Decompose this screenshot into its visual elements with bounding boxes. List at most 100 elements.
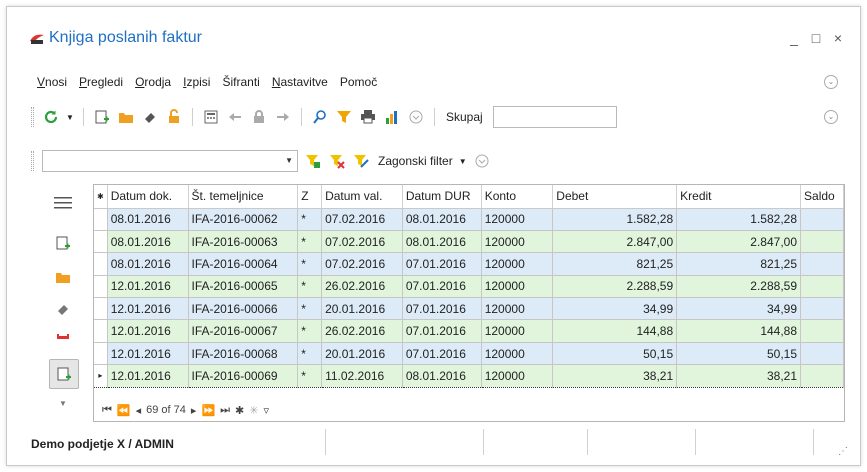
table-cell[interactable]: *	[297, 208, 323, 231]
table-cell[interactable]: 08.01.2016	[402, 208, 482, 231]
delete-record-icon[interactable]	[53, 329, 73, 349]
minimize-button[interactable]: _	[784, 29, 804, 47]
table-cell[interactable]: 38,21	[552, 364, 678, 388]
table-cell[interactable]: 11.02.2016	[321, 364, 403, 388]
unlock-icon[interactable]	[165, 108, 183, 126]
table-cell[interactable]	[800, 297, 844, 321]
next-page-icon[interactable]: ⏩	[201, 404, 215, 417]
table-cell[interactable]: 821,25	[676, 252, 802, 276]
filterbar-options-icon[interactable]	[473, 152, 491, 170]
add-row-button[interactable]	[49, 359, 79, 389]
column-header[interactable]: Datum DUR	[402, 185, 482, 209]
table-cell[interactable]: *	[297, 275, 323, 299]
refresh-icon[interactable]	[42, 108, 60, 126]
row-indicator[interactable]	[94, 275, 108, 299]
table-row[interactable]: 12.01.2016 IFA-2016-00066 * 20.01.2016 07.01…	[94, 297, 844, 321]
eraser-icon[interactable]	[53, 299, 73, 319]
table-cell[interactable]: 20.01.2016	[321, 342, 403, 366]
row-indicator[interactable]: ▸	[94, 364, 108, 388]
table-cell[interactable]: *	[297, 319, 323, 343]
table-row[interactable]: 08.01.2016 IFA-2016-00063 * 07.02.2016 08.01…	[94, 230, 844, 254]
append-record-icon[interactable]: ✱	[235, 404, 244, 417]
table-cell[interactable]	[800, 208, 844, 231]
calculator-icon[interactable]	[202, 108, 220, 126]
table-cell[interactable]: 34,99	[676, 297, 802, 321]
table-row[interactable]: 08.01.2016 IFA-2016-00062 * 07.02.2016 08.01…	[94, 208, 844, 231]
insert-record-icon[interactable]: ✳	[249, 404, 258, 417]
column-header[interactable]: Z	[297, 185, 323, 209]
clear-filter-icon[interactable]	[328, 152, 346, 170]
apply-filter-icon[interactable]	[304, 152, 322, 170]
table-cell[interactable]: 08.01.2016	[402, 230, 482, 254]
table-cell[interactable]: 2.847,00	[676, 230, 802, 254]
chevron-down-icon[interactable]: ▼	[285, 156, 293, 165]
table-cell[interactable]: *	[297, 342, 323, 366]
table-cell[interactable]: 08.01.2016	[107, 208, 189, 231]
filter-icon[interactable]	[335, 108, 353, 126]
table-cell[interactable]: 26.02.2016	[321, 319, 403, 343]
row-indicator[interactable]	[94, 230, 108, 254]
table-cell[interactable]: 20.01.2016	[321, 297, 403, 321]
table-cell[interactable]	[800, 275, 844, 299]
table-cell[interactable]: 50,15	[552, 342, 678, 366]
table-cell[interactable]: 120000	[481, 319, 554, 343]
table-cell[interactable]: 120000	[481, 275, 554, 299]
table-cell[interactable]: 12.01.2016	[107, 297, 189, 321]
next-record-icon[interactable]: ▸	[191, 404, 197, 417]
redo-icon[interactable]	[274, 108, 292, 126]
table-row[interactable]: ▸ 12.01.2016 IFA-2016-00069 * 11.02.2016 08.0…	[94, 364, 844, 388]
table-cell[interactable]: IFA-2016-00069	[188, 364, 299, 388]
first-record-icon[interactable]: ⏮	[102, 404, 112, 417]
table-cell[interactable]: IFA-2016-00064	[188, 252, 299, 276]
table-cell[interactable]: 144,88	[676, 319, 802, 343]
undo-icon[interactable]	[226, 108, 244, 126]
lock-icon[interactable]	[250, 108, 268, 126]
table-cell[interactable]: 38,21	[676, 364, 802, 388]
new-record-icon[interactable]	[53, 233, 73, 253]
eraser-icon[interactable]	[141, 108, 159, 126]
print-icon[interactable]	[359, 108, 377, 126]
menu-item[interactable]: Vnosi	[35, 75, 69, 93]
column-header[interactable]: Saldo	[800, 185, 844, 209]
table-cell[interactable]: 26.02.2016	[321, 275, 403, 299]
table-cell[interactable]: 120000	[481, 230, 554, 254]
refresh-dropdown-icon[interactable]: ▼	[66, 108, 74, 126]
table-row[interactable]: 12.01.2016 IFA-2016-00068 * 20.01.2016 07.01…	[94, 342, 844, 366]
table-cell[interactable]: 08.01.2016	[107, 230, 189, 254]
table-row[interactable]: 12.01.2016 IFA-2016-00065 * 26.02.2016 07.01…	[94, 275, 844, 299]
column-header[interactable]: Št. temeljnice	[188, 185, 299, 209]
table-cell[interactable]: 12.01.2016	[107, 275, 189, 299]
row-indicator[interactable]	[94, 208, 108, 231]
table-cell[interactable]	[800, 230, 844, 254]
filterbar-grip[interactable]	[31, 151, 34, 171]
table-cell[interactable]	[800, 252, 844, 276]
hamburger-menu-icon[interactable]	[53, 193, 73, 213]
open-folder-icon[interactable]	[117, 108, 135, 126]
table-cell[interactable]: 07.01.2016	[402, 252, 482, 276]
table-cell[interactable]: 07.02.2016	[321, 252, 403, 276]
toolbar-grip[interactable]	[31, 107, 34, 127]
table-cell[interactable]: 07.01.2016	[402, 342, 482, 366]
row-indicator[interactable]	[94, 319, 108, 343]
table-cell[interactable]: 2.847,00	[552, 230, 678, 254]
column-header[interactable]: Konto	[481, 185, 554, 209]
table-cell[interactable]: 07.01.2016	[402, 297, 482, 321]
chevron-down-icon[interactable]: ▼	[53, 393, 73, 413]
search-input[interactable]	[492, 106, 617, 128]
table-cell[interactable]: 08.01.2016	[402, 364, 482, 388]
table-cell[interactable]: 2.288,59	[552, 275, 678, 299]
table-cell[interactable]: 120000	[481, 208, 554, 231]
close-button[interactable]: ×	[828, 29, 848, 47]
menu-item[interactable]: Orodja	[133, 75, 173, 93]
filter-row-icon[interactable]: ▿	[263, 404, 269, 417]
table-cell[interactable]: 12.01.2016	[107, 319, 189, 343]
table-cell[interactable]: 144,88	[552, 319, 678, 343]
table-cell[interactable]: 07.02.2016	[321, 208, 403, 231]
column-header[interactable]: Debet	[552, 185, 678, 209]
table-cell[interactable]	[800, 364, 844, 388]
table-cell[interactable]: *	[297, 230, 323, 254]
table-cell[interactable]: *	[297, 297, 323, 321]
menu-item[interactable]: Nastavitve	[270, 75, 330, 93]
row-indicator[interactable]	[94, 297, 108, 321]
startup-filter-dropdown[interactable]: Zagonski filter	[378, 154, 453, 168]
